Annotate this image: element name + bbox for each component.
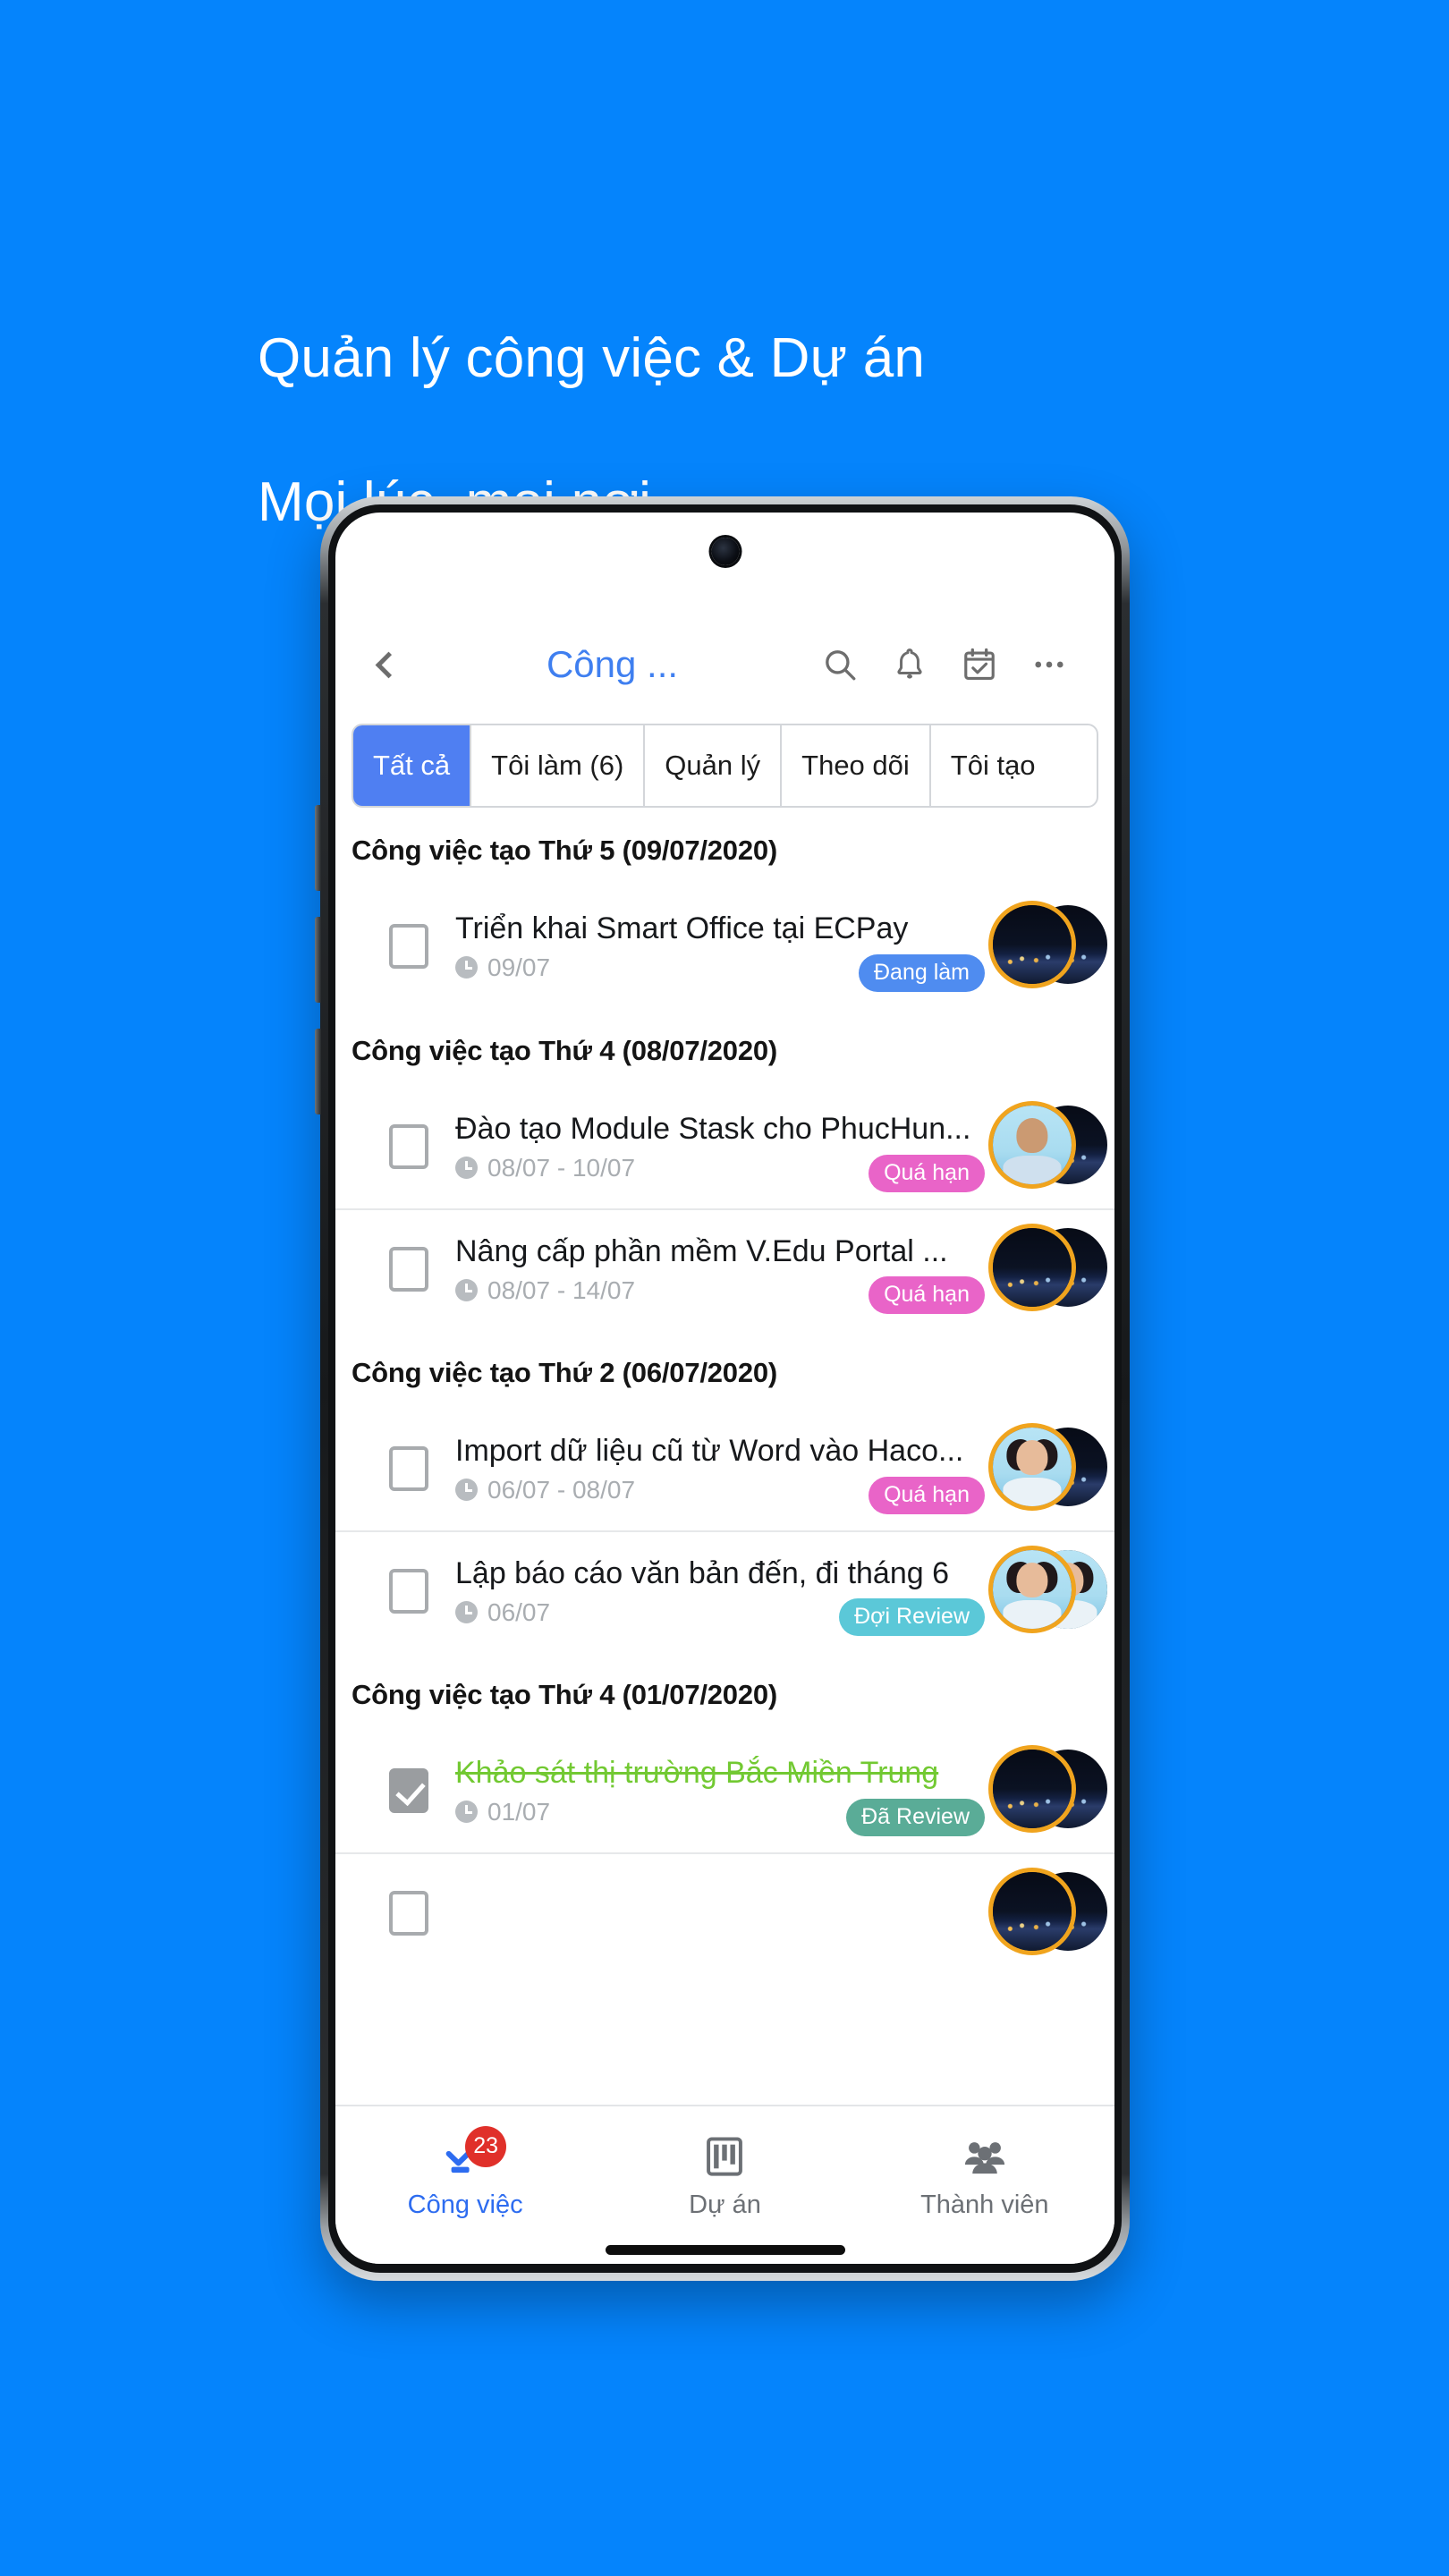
gesture-bar[interactable] <box>605 2245 845 2255</box>
status-badge: Quá hạn <box>869 1275 985 1314</box>
filter-tabs: Tất cả Tôi làm (6) Quản lý Theo dõi Tôi … <box>352 724 1098 808</box>
table-row[interactable] <box>335 1852 1114 1974</box>
search-button[interactable] <box>805 635 875 694</box>
status-badge: Đã Review <box>846 1798 985 1836</box>
clock-icon <box>455 1279 478 1301</box>
app-bar-actions <box>805 635 1084 694</box>
task-checkbox[interactable] <box>389 1446 428 1491</box>
task-checkbox[interactable] <box>389 1569 428 1614</box>
task-checkbox[interactable] <box>389 924 428 969</box>
app-bar: Công ... <box>335 611 1114 718</box>
assignee-avatars[interactable] <box>993 1750 1107 1834</box>
task-date: 08/07 - 14/07 <box>487 1275 636 1304</box>
tab-theo-doi[interactable]: Theo dõi <box>782 725 931 806</box>
clock-icon <box>455 1157 478 1179</box>
phone-screen: Công ... Tất cả Tôi làm (6) Quản lý Theo… <box>335 513 1114 2264</box>
avatar <box>993 1750 1072 1828</box>
task-checkbox[interactable] <box>389 1124 428 1169</box>
nav-label: Dự án <box>689 2190 761 2219</box>
group-header: Công việc tạo Thứ 5 (09/07/2020) <box>352 835 778 866</box>
promo-stage: Quản lý công việc & Dự án Mọi lúc, mọi n… <box>0 0 1449 2576</box>
group-header: Công việc tạo Thứ 4 (08/07/2020) <box>352 1035 778 1066</box>
assignee-avatars[interactable] <box>993 1428 1107 1512</box>
phone-button-volume-up <box>315 805 321 891</box>
tab-toi-lam[interactable]: Tôi làm (6) <box>471 725 646 806</box>
phone-button-power <box>315 1029 321 1114</box>
nav-item-cong-viec[interactable]: 23 Công việc <box>335 2106 595 2264</box>
assignee-avatars[interactable] <box>993 1228 1107 1312</box>
assignee-avatars[interactable] <box>993 1550 1107 1634</box>
group-header: Công việc tạo Thứ 2 (06/07/2020) <box>352 1357 778 1388</box>
notifications-button[interactable] <box>875 635 945 694</box>
clock-icon <box>455 1801 478 1823</box>
task-checkbox[interactable] <box>389 1768 428 1813</box>
people-group-icon <box>958 2131 1012 2182</box>
headline-line-1: Quản lý công việc & Dự án <box>258 326 926 389</box>
table-row[interactable]: Nâng cấp phần mềm V.Edu Portal ... 08/07… <box>335 1208 1114 1330</box>
task-date: 06/07 <box>487 1597 551 1626</box>
task-date: 09/07 <box>487 953 551 981</box>
front-camera-icon <box>711 538 739 565</box>
avatar <box>993 1872 1072 1951</box>
calendar-check-icon <box>964 648 995 680</box>
status-badge: Quá hạn <box>869 1476 985 1514</box>
notification-badge: 23 <box>465 2125 507 2167</box>
task-checkbox[interactable] <box>389 1247 428 1292</box>
more-options-icon <box>1035 661 1063 668</box>
task-date: 01/07 <box>487 1797 551 1826</box>
tab-quan-ly[interactable]: Quản lý <box>645 725 783 806</box>
more-options-button[interactable] <box>1014 635 1084 694</box>
avatar <box>993 905 1072 984</box>
bell-icon <box>897 648 922 679</box>
avatar <box>993 1428 1072 1506</box>
tab-tat-ca[interactable]: Tất cả <box>353 725 472 806</box>
avatar <box>993 1228 1072 1307</box>
status-badge: Quá hạn <box>869 1154 985 1192</box>
clock-icon <box>455 956 478 979</box>
clock-icon <box>455 1601 478 1623</box>
status-badge: Đợi Review <box>839 1597 985 1636</box>
table-row[interactable]: Khảo sát thị trường Bắc Miền Trung 01/07… <box>335 1731 1114 1852</box>
group-header: Công việc tạo Thứ 4 (01/07/2020) <box>352 1679 778 1710</box>
task-list[interactable]: Công việc tạo Thứ 5 (09/07/2020) Triển k… <box>335 808 1114 2073</box>
phone-mockup: Công ... Tất cả Tôi làm (6) Quản lý Theo… <box>315 496 1130 2281</box>
chevron-left-icon <box>375 651 402 678</box>
table-row[interactable]: Đào tạo Module Stask cho PhucHun... 08/0… <box>335 1087 1114 1208</box>
avatar <box>993 1106 1072 1184</box>
task-date: 08/07 - 10/07 <box>487 1153 636 1182</box>
assignee-avatars[interactable] <box>993 1872 1107 1956</box>
table-row[interactable]: Triển khai Smart Office tại ECPay 09/07 … <box>335 886 1114 1008</box>
phone-bezel: Công ... Tất cả Tôi làm (6) Quản lý Theo… <box>328 504 1122 2273</box>
nav-item-thanh-vien[interactable]: Thành viên <box>855 2106 1114 2264</box>
avatar <box>993 1550 1072 1629</box>
assignee-avatars[interactable] <box>993 1106 1107 1190</box>
table-row[interactable]: Lập báo cáo văn bản đến, đi tháng 6 06/0… <box>335 1530 1114 1652</box>
clock-icon <box>455 1479 478 1501</box>
search-icon <box>826 650 856 681</box>
calendar-button[interactable] <box>945 635 1014 694</box>
tab-toi-tao[interactable]: Tôi tạo <box>931 725 1055 806</box>
page-title: Công ... <box>546 643 679 685</box>
task-checkbox[interactable] <box>389 1891 428 1936</box>
table-row[interactable]: Import dữ liệu cũ từ Word vào Haco... 06… <box>335 1409 1114 1530</box>
nav-label: Công việc <box>407 2190 523 2219</box>
assignee-avatars[interactable] <box>993 905 1107 989</box>
kanban-board-icon <box>698 2131 751 2182</box>
bottom-navigation: 23 Công việc Dự án Thành viên <box>335 2105 1114 2264</box>
nav-item-du-an[interactable]: Dự án <box>595 2106 854 2264</box>
nav-label: Thành viên <box>920 2190 1049 2219</box>
status-badge: Đang làm <box>859 953 985 992</box>
task-date: 06/07 - 08/07 <box>487 1475 636 1504</box>
back-button[interactable] <box>360 640 411 690</box>
phone-button-volume-down <box>315 917 321 1003</box>
check-task-icon: 23 <box>438 2125 507 2182</box>
